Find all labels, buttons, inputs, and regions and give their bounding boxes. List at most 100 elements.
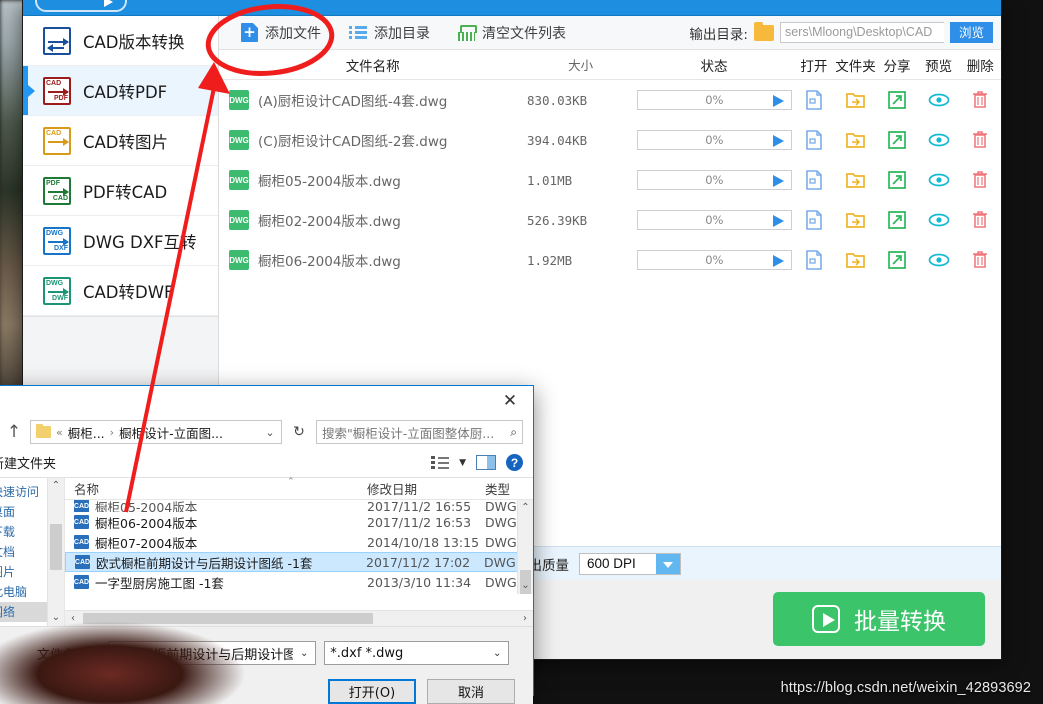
refresh-icon[interactable]: ↻ [289, 424, 309, 440]
sidebar-item-cad-version-convert[interactable]: CAD版本转换 [23, 16, 218, 66]
open-file-button[interactable] [793, 130, 835, 150]
search-input[interactable]: 搜索"橱柜设计-立面图整体厨... ⌕ [316, 420, 523, 444]
open-folder-button[interactable] [835, 92, 877, 109]
scroll-down-icon[interactable]: ⌄ [48, 610, 64, 626]
clear-list-button[interactable]: 清空文件列表 [444, 18, 580, 48]
search-placeholder: 搜索"橱柜设计-立面图整体厨... [322, 425, 495, 441]
breadcrumb-item-1[interactable]: 橱柜... [68, 423, 105, 442]
progress-bar[interactable]: 0% [636, 210, 792, 230]
preview-button[interactable] [918, 213, 960, 227]
progress-bar[interactable]: 0% [636, 250, 792, 270]
column-header-date[interactable]: 修改日期 [367, 479, 485, 498]
filename-input[interactable]: 欧式橱柜前期设计与后期设计图纸 ⌄ [108, 641, 317, 665]
preview-button[interactable] [918, 133, 960, 147]
table-row[interactable]: DWG 橱柜02-2004版本.dwg 526.39KB 0% [219, 200, 1001, 240]
output-directory-input[interactable]: sers\Mloong\Desktop\CAD [779, 22, 944, 43]
chevron-down-icon[interactable]: ⌄ [293, 648, 315, 659]
open-folder-button[interactable] [835, 132, 877, 149]
start-icon[interactable] [772, 215, 784, 227]
sidebar-item-pdf-to-cad[interactable]: PDF CAD PDF转CAD [23, 166, 218, 216]
start-icon[interactable] [772, 95, 784, 107]
open-folder-button[interactable] [835, 172, 877, 189]
open-file-button[interactable] [793, 250, 835, 270]
chevron-down-icon[interactable]: ▼ [459, 458, 466, 468]
scroll-up-icon[interactable]: ⌃ [518, 500, 533, 516]
share-button[interactable] [876, 171, 918, 189]
file-list-horizontal-scrollbar[interactable]: ‹ › [65, 610, 533, 626]
filetype-select[interactable]: *.dxf *.dwg ⌄ [324, 641, 510, 665]
chevron-down-icon[interactable]: ⌄ [259, 426, 281, 439]
progress-bar[interactable]: 0% [636, 170, 792, 190]
column-header-name[interactable]: 名称 [65, 479, 367, 498]
scroll-right-icon[interactable]: › [517, 611, 533, 626]
scroll-up-icon[interactable]: ⌃ [48, 478, 64, 494]
open-file-button[interactable] [793, 210, 835, 230]
chevron-down-icon[interactable]: ⌄ [486, 648, 508, 659]
add-file-button[interactable]: 添加文件 [227, 18, 335, 48]
nav-item[interactable]: 网络 [0, 602, 64, 622]
delete-button[interactable] [959, 91, 1001, 109]
sidebar-item-cad-to-dwf[interactable]: DWG DWF CAD转DWF [23, 266, 218, 316]
start-icon[interactable] [772, 255, 784, 267]
close-icon[interactable]: ✕ [497, 390, 523, 412]
new-folder-button[interactable]: 新建文件夹 [0, 453, 56, 472]
batch-convert-button[interactable]: 批量转换 [773, 592, 985, 646]
scroll-left-icon[interactable]: ‹ [65, 611, 81, 626]
table-row[interactable]: DWG 橱柜06-2004版本.dwg 1.92MB 0% [219, 240, 1001, 280]
progress-bar[interactable]: 0% [636, 90, 792, 110]
browse-button[interactable]: 浏览 [949, 22, 993, 43]
delete-button[interactable] [959, 251, 1001, 269]
navigation-pane: 快速访问 桌面 下载 文档 图片 此电脑 网络 ⌃ ⌄ [0, 478, 65, 626]
preview-button[interactable] [918, 93, 960, 107]
share-button[interactable] [876, 211, 918, 229]
breadcrumb-item-2[interactable]: 橱柜设计-立面图... [119, 423, 223, 442]
sidebar-item-cad-to-pdf[interactable]: CAD PDF CAD转PDF [23, 66, 218, 116]
preview-pane-icon[interactable] [476, 455, 496, 470]
dialog-command-bar: 新建文件夹 ▼ ? [0, 448, 533, 478]
open-file-button[interactable] [793, 170, 835, 190]
open-button[interactable]: 打开(O) [328, 679, 416, 704]
table-row[interactable]: DWG (A)厨柜设计CAD图纸-4套.dwg 830.03KB 0% [219, 80, 1001, 120]
scroll-down-icon[interactable]: ⌄ [518, 578, 533, 594]
share-button[interactable] [876, 251, 918, 269]
open-folder-button[interactable] [835, 252, 877, 269]
open-folder-button[interactable] [835, 212, 877, 229]
help-icon[interactable]: ? [506, 454, 523, 471]
file-list-vertical-scrollbar[interactable]: ⌃ ⌄ [517, 500, 533, 594]
list-item[interactable]: CAD 一字型厨房施工图 -1套 2013/3/10 11:34 DWG [65, 572, 533, 592]
delete-button[interactable] [959, 131, 1001, 149]
add-directory-button[interactable]: 添加目录 [335, 18, 444, 48]
start-icon[interactable] [772, 135, 784, 147]
delete-button[interactable] [959, 211, 1001, 229]
nav-item[interactable]: 图片 [0, 562, 64, 582]
column-header-type[interactable]: 类型 [485, 479, 533, 498]
list-item-selected[interactable]: CAD 欧式橱柜前期设计与后期设计图纸 -1套 2017/11/2 17:02 … [65, 552, 533, 572]
cancel-button[interactable]: 取消 [427, 679, 515, 704]
delete-button[interactable] [959, 171, 1001, 189]
chevron-down-icon[interactable] [308, 553, 332, 574]
preview-button[interactable] [918, 253, 960, 267]
view-mode-icon[interactable] [431, 456, 450, 469]
table-row[interactable]: DWG (C)厨柜设计CAD图纸-2套.dwg 394.04KB 0% [219, 120, 1001, 160]
scrollbar-thumb[interactable] [50, 524, 62, 570]
open-file-button[interactable] [793, 90, 835, 110]
share-button[interactable] [876, 91, 918, 109]
address-bar[interactable]: « 橱柜... › 橱柜设计-立面图... ⌄ [30, 420, 282, 444]
nav-pane-scrollbar[interactable]: ⌃ ⌄ [47, 478, 64, 626]
preview-button[interactable] [918, 173, 960, 187]
start-icon[interactable] [772, 175, 784, 187]
up-one-level-icon[interactable]: ↑ [5, 423, 23, 441]
progress-bar[interactable]: 0% [636, 130, 792, 150]
nav-item[interactable]: 此电脑 [0, 582, 64, 602]
share-button[interactable] [876, 131, 918, 149]
scrollbar-thumb[interactable] [83, 613, 373, 624]
list-item[interactable]: CAD 橱柜07-2004版本 2014/10/18 13:15 DWG [65, 532, 533, 552]
list-item[interactable]: CAD 橱柜05-2004版本 2017/11/2 16:55 DWG [65, 500, 533, 512]
table-row[interactable]: DWG 橱柜05-2004版本.dwg 1.01MB 0% [219, 160, 1001, 200]
list-item[interactable]: CAD 橱柜06-2004版本 2017/11/2 16:53 DWG [65, 512, 533, 532]
output-quality-select[interactable]: 600 DPI [579, 552, 681, 575]
sidebar-item-dwg-dxf-swap[interactable]: DWG DXF DWG DXF互转 [23, 216, 218, 266]
chevron-down-icon[interactable] [656, 553, 680, 574]
sidebar-item-cad-to-image[interactable]: CAD CAD转图片 [23, 116, 218, 166]
size-select[interactable]: 1600 [229, 552, 333, 575]
